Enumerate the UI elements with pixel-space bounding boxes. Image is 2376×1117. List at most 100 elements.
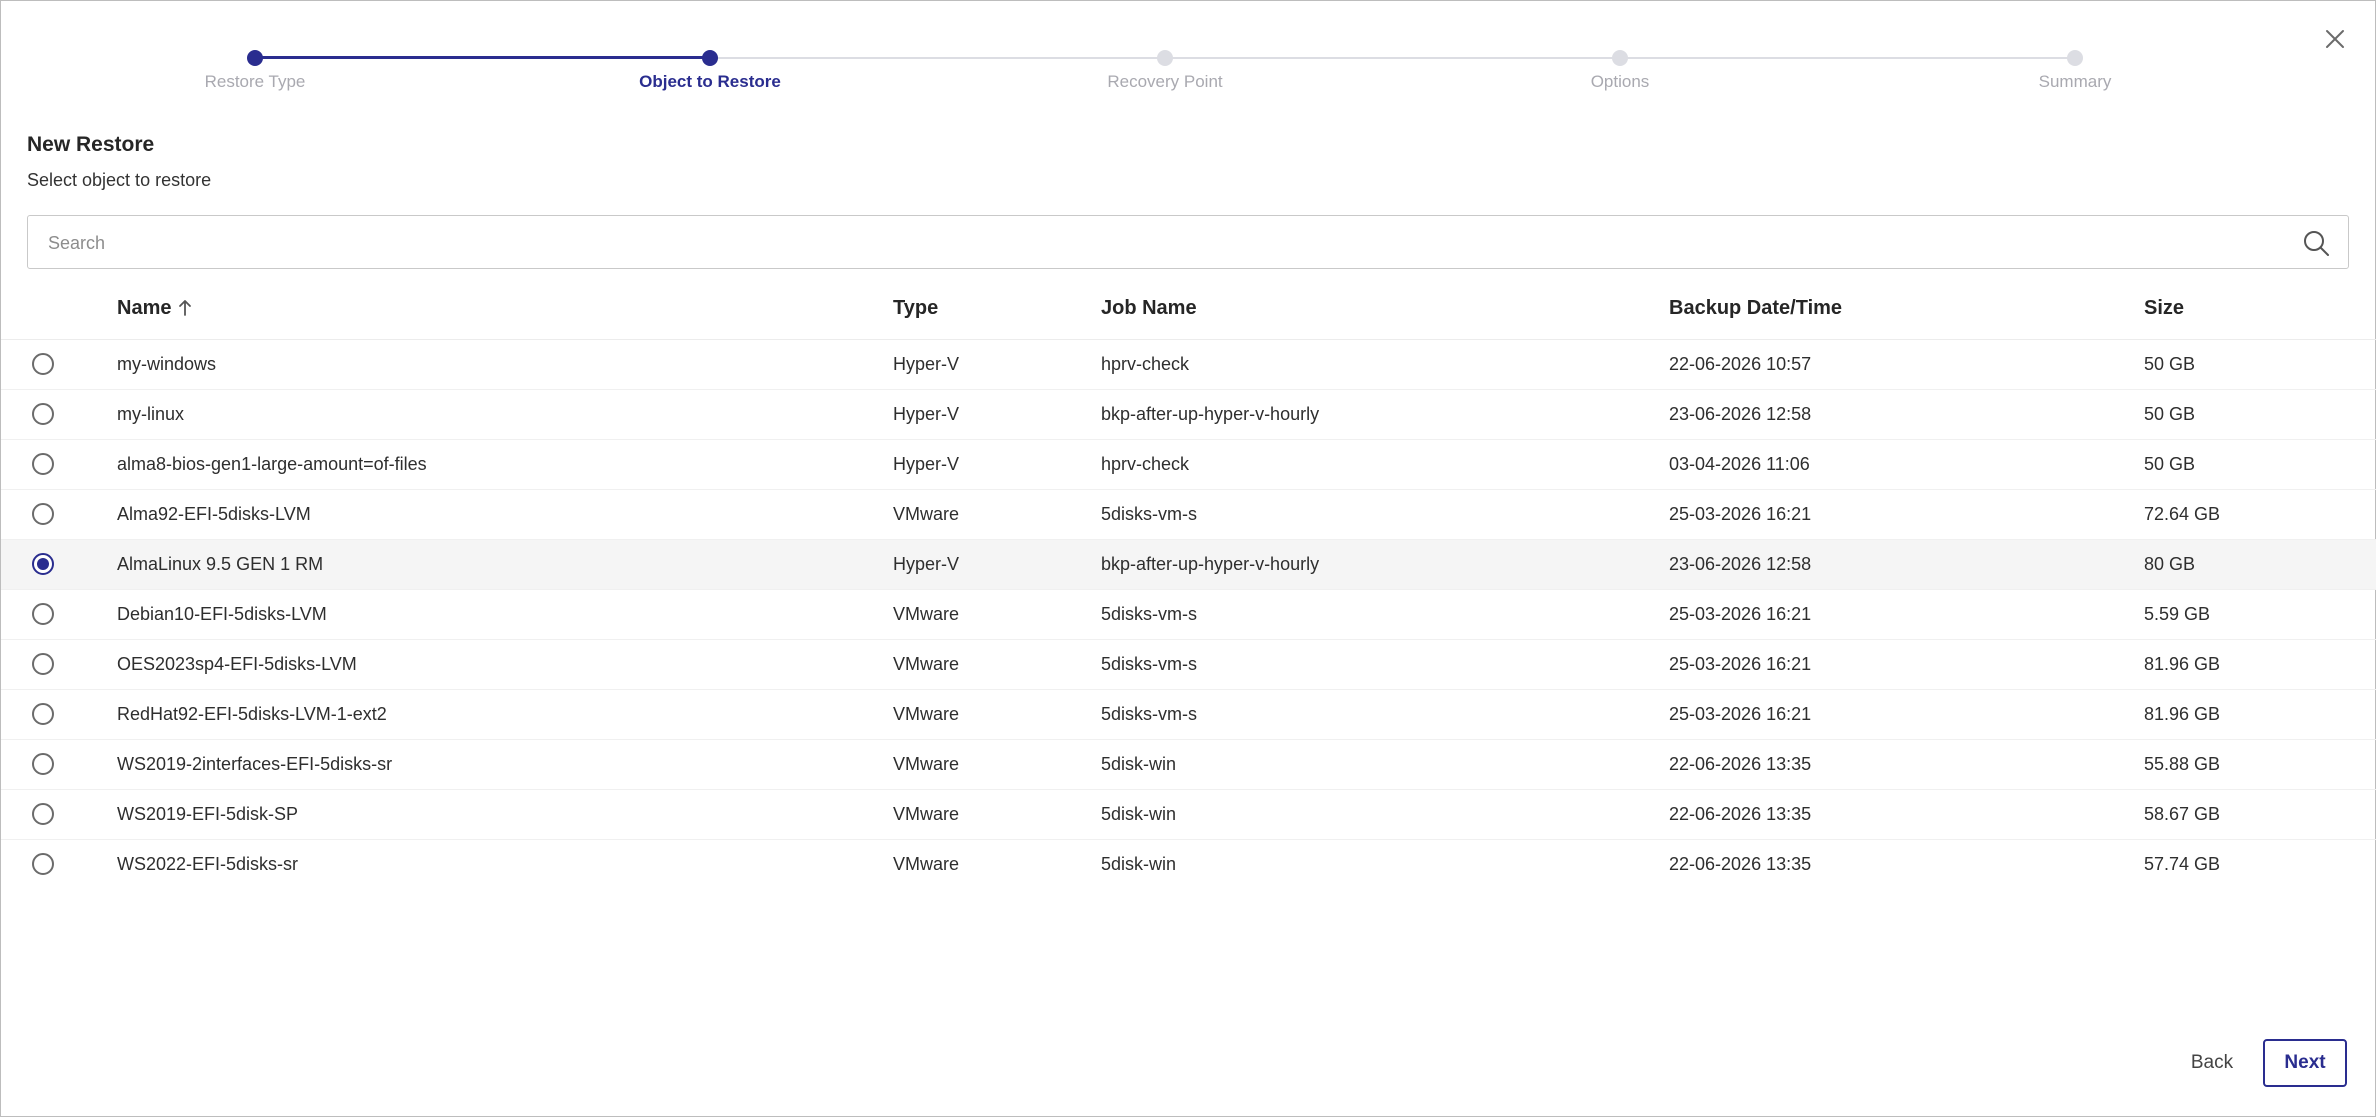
table-row[interactable]: Alma92-EFI-5disks-LVM VMware 5disks-vm-s… [1,490,2376,540]
column-header-job-name[interactable]: Job Name [1101,286,1197,331]
cell-job-name: 5disk-win [1101,754,1177,774]
cell-name: OES2023sp4-EFI-5disks-LVM [117,654,357,674]
column-header-name[interactable]: Name [117,286,193,331]
row-radio-button[interactable] [32,353,54,375]
table-row[interactable]: WS2019-2interfaces-EFI-5disks-sr VMware … [1,740,2376,790]
table-row-selected[interactable]: AlmaLinux 9.5 GEN 1 RM Hyper-V bkp-after… [1,540,2376,590]
cell-backup-date: 25-03-2026 16:21 [1669,504,1812,524]
restore-objects-table: Name Type Job Name Backup Date/Time Size… [1,286,2376,889]
cell-type: Hyper-V [893,354,960,374]
cell-size: 55.88 GB [2144,754,2221,774]
cell-backup-date: 03-04-2026 11:06 [1669,454,1810,474]
row-radio-button-selected[interactable] [32,553,54,575]
step-label-options: Options [1590,72,1650,91]
cell-size: 50 GB [2144,354,2196,374]
cell-size: 81.96 GB [2144,654,2221,674]
cell-backup-date: 22-06-2026 13:35 [1669,804,1812,824]
cell-job-name: 5disk-win [1101,854,1177,874]
arrow-up-icon [177,288,193,316]
cell-name: my-windows [117,354,217,374]
table-header: Name Type Job Name Backup Date/Time Size [1,286,2376,340]
cell-name: Debian10-EFI-5disks-LVM [117,604,327,624]
cell-type: VMware [893,654,960,674]
dialog-title: New Restore [27,133,155,156]
cell-job-name: hprv-check [1101,354,1190,374]
cell-name: WS2019-EFI-5disk-SP [117,804,299,824]
cell-size: 57.74 GB [2144,854,2221,874]
table-row[interactable]: alma8-bios-gen1-large-amount=of-files Hy… [1,440,2376,490]
cell-backup-date: 23-06-2026 12:58 [1669,404,1812,424]
cell-name: alma8-bios-gen1-large-amount=of-files [117,454,427,474]
step-dot-options [1612,50,1628,66]
cell-size: 50 GB [2144,404,2196,424]
step-dot-summary [2067,50,2083,66]
cell-name: my-linux [117,404,185,424]
cell-backup-date: 25-03-2026 16:21 [1669,704,1812,724]
step-label-restore-type: Restore Type [204,72,306,91]
cell-type: VMware [893,604,960,624]
column-header-type[interactable]: Type [893,286,938,331]
row-radio-button[interactable] [32,603,54,625]
row-radio-button[interactable] [32,753,54,775]
step-dot-object-to-restore [702,50,718,66]
cell-backup-date: 25-03-2026 16:21 [1669,604,1812,624]
cell-type: VMware [893,854,960,874]
table-row[interactable]: OES2023sp4-EFI-5disks-LVM VMware 5disks-… [1,640,2376,690]
cell-type: Hyper-V [893,454,960,474]
cell-job-name: bkp-after-up-hyper-v-hourly [1101,404,1320,424]
table-row[interactable]: WS2019-EFI-5disk-SP VMware 5disk-win 22-… [1,790,2376,840]
cell-name: RedHat92-EFI-5disks-LVM-1-ext2 [117,704,387,724]
cell-size: 5.59 GB [2144,604,2211,624]
step-label-summary: Summary [2038,72,2112,91]
cell-size: 81.96 GB [2144,704,2221,724]
cell-job-name: 5disks-vm-s [1101,704,1198,724]
search-input[interactable] [46,216,2270,270]
cell-name: WS2022-EFI-5disks-sr [117,854,299,874]
cell-backup-date: 22-06-2026 13:35 [1669,854,1812,874]
cell-job-name: 5disks-vm-s [1101,654,1198,674]
row-radio-button[interactable] [32,853,54,875]
step-dot-restore-type [247,50,263,66]
dialog-subtitle: Select object to restore [27,170,212,190]
cell-type: Hyper-V [893,554,960,574]
cell-size: 72.64 GB [2144,504,2221,524]
close-icon[interactable] [2323,27,2347,51]
table-row[interactable]: my-windows Hyper-V hprv-check 22-06-2026… [1,340,2376,390]
cell-name: Alma92-EFI-5disks-LVM [117,504,311,524]
cell-job-name: 5disk-win [1101,804,1177,824]
step-label-object-to-restore: Object to Restore [639,72,781,91]
step-label-recovery-point: Recovery Point [1107,72,1223,91]
search-icon[interactable] [2302,229,2330,257]
wizard-stepper: Restore Type Object to Restore Recovery … [1,1,2376,101]
search-box [27,215,2349,270]
back-button[interactable]: Back [2169,1039,2255,1087]
row-radio-button[interactable] [32,653,54,675]
cell-backup-date: 22-06-2026 10:57 [1669,354,1812,374]
cell-backup-date: 23-06-2026 12:58 [1669,554,1812,574]
cell-type: VMware [893,704,960,724]
cell-type: VMware [893,804,960,824]
column-header-backup-date[interactable]: Backup Date/Time [1669,286,1842,331]
row-radio-button[interactable] [32,803,54,825]
cell-name: AlmaLinux 9.5 GEN 1 RM [117,554,324,574]
cell-backup-date: 22-06-2026 13:35 [1669,754,1812,774]
table-row[interactable]: my-linux Hyper-V bkp-after-up-hyper-v-ho… [1,390,2376,440]
step-dot-recovery-point [1157,50,1173,66]
row-radio-button[interactable] [32,453,54,475]
cell-type: VMware [893,754,960,774]
cell-type: VMware [893,504,960,524]
row-radio-button[interactable] [32,703,54,725]
cell-type: Hyper-V [893,404,960,424]
next-button[interactable]: Next [2263,1039,2347,1087]
new-restore-dialog: Restore Type Object to Restore Recovery … [0,0,2376,1117]
cell-size: 50 GB [2144,454,2196,474]
table-row[interactable]: Debian10-EFI-5disks-LVM VMware 5disks-vm… [1,590,2376,640]
row-radio-button[interactable] [32,503,54,525]
table-row[interactable]: WS2022-EFI-5disks-sr VMware 5disk-win 22… [1,840,2376,889]
table-row[interactable]: RedHat92-EFI-5disks-LVM-1-ext2 VMware 5d… [1,690,2376,740]
cell-name: WS2019-2interfaces-EFI-5disks-sr [117,754,393,774]
cell-size: 80 GB [2144,554,2196,574]
cell-job-name: bkp-after-up-hyper-v-hourly [1101,554,1320,574]
row-radio-button[interactable] [32,403,54,425]
column-header-size[interactable]: Size [2144,286,2184,331]
